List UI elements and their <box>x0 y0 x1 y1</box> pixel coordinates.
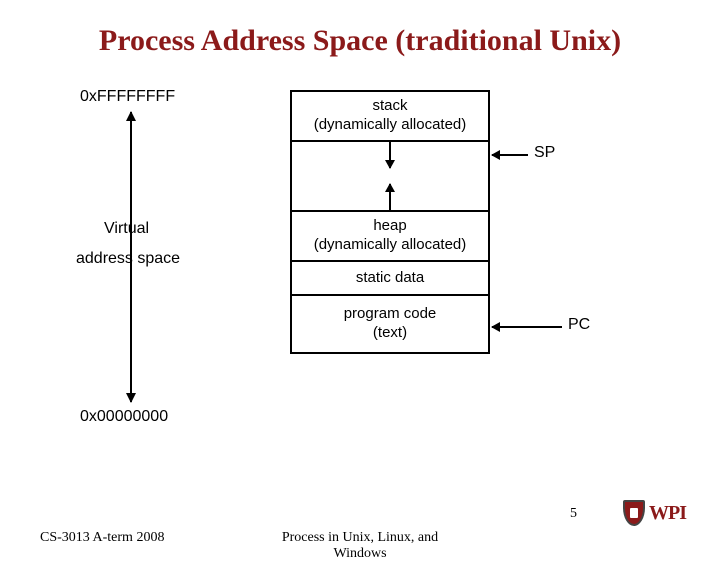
segment-static-label: static data <box>356 269 424 288</box>
segment-stack-sub: (dynamically allocated) <box>314 116 467 135</box>
addr-virtual-label: Virtual <box>104 220 149 238</box>
sp-label: SP <box>534 144 555 162</box>
wpi-shield-icon <box>623 500 645 526</box>
segment-text-title: program code <box>344 305 437 324</box>
segment-stack: stack (dynamically allocated) <box>292 92 488 142</box>
segment-text-sub: (text) <box>373 324 407 343</box>
sp-pointer-arrow-icon <box>492 154 528 156</box>
diagram-stage: 0xFFFFFFFF Virtual address space 0x00000… <box>0 60 720 480</box>
addr-bot-label: 0x00000000 <box>80 408 168 426</box>
wpi-logo: WPI <box>623 500 686 526</box>
segment-free-gap <box>292 142 488 212</box>
segment-heap-sub: (dynamically allocated) <box>314 236 467 255</box>
addr-space-label: address space <box>76 250 180 268</box>
stack-grow-down-icon <box>389 142 391 168</box>
segment-static: static data <box>292 262 488 296</box>
segment-heap-title: heap <box>373 217 406 236</box>
wpi-logo-text: WPI <box>649 502 686 525</box>
memory-column: stack (dynamically allocated) heap (dyna… <box>290 90 490 354</box>
slide-number: 5 <box>570 506 577 522</box>
segment-heap: heap (dynamically allocated) <box>292 212 488 262</box>
segment-stack-title: stack <box>372 97 407 116</box>
pc-label: PC <box>568 316 590 334</box>
footer-left: CS-3013 A-term 2008 <box>40 530 164 546</box>
addr-top-label: 0xFFFFFFFF <box>80 88 175 106</box>
segment-text: program code (text) <box>292 296 488 352</box>
footer-center: Process in Unix, Linux, and Windows <box>260 530 460 562</box>
heap-grow-up-icon <box>389 184 391 210</box>
pc-pointer-arrow-icon <box>492 326 562 328</box>
slide-title: Process Address Space (traditional Unix) <box>0 0 720 58</box>
